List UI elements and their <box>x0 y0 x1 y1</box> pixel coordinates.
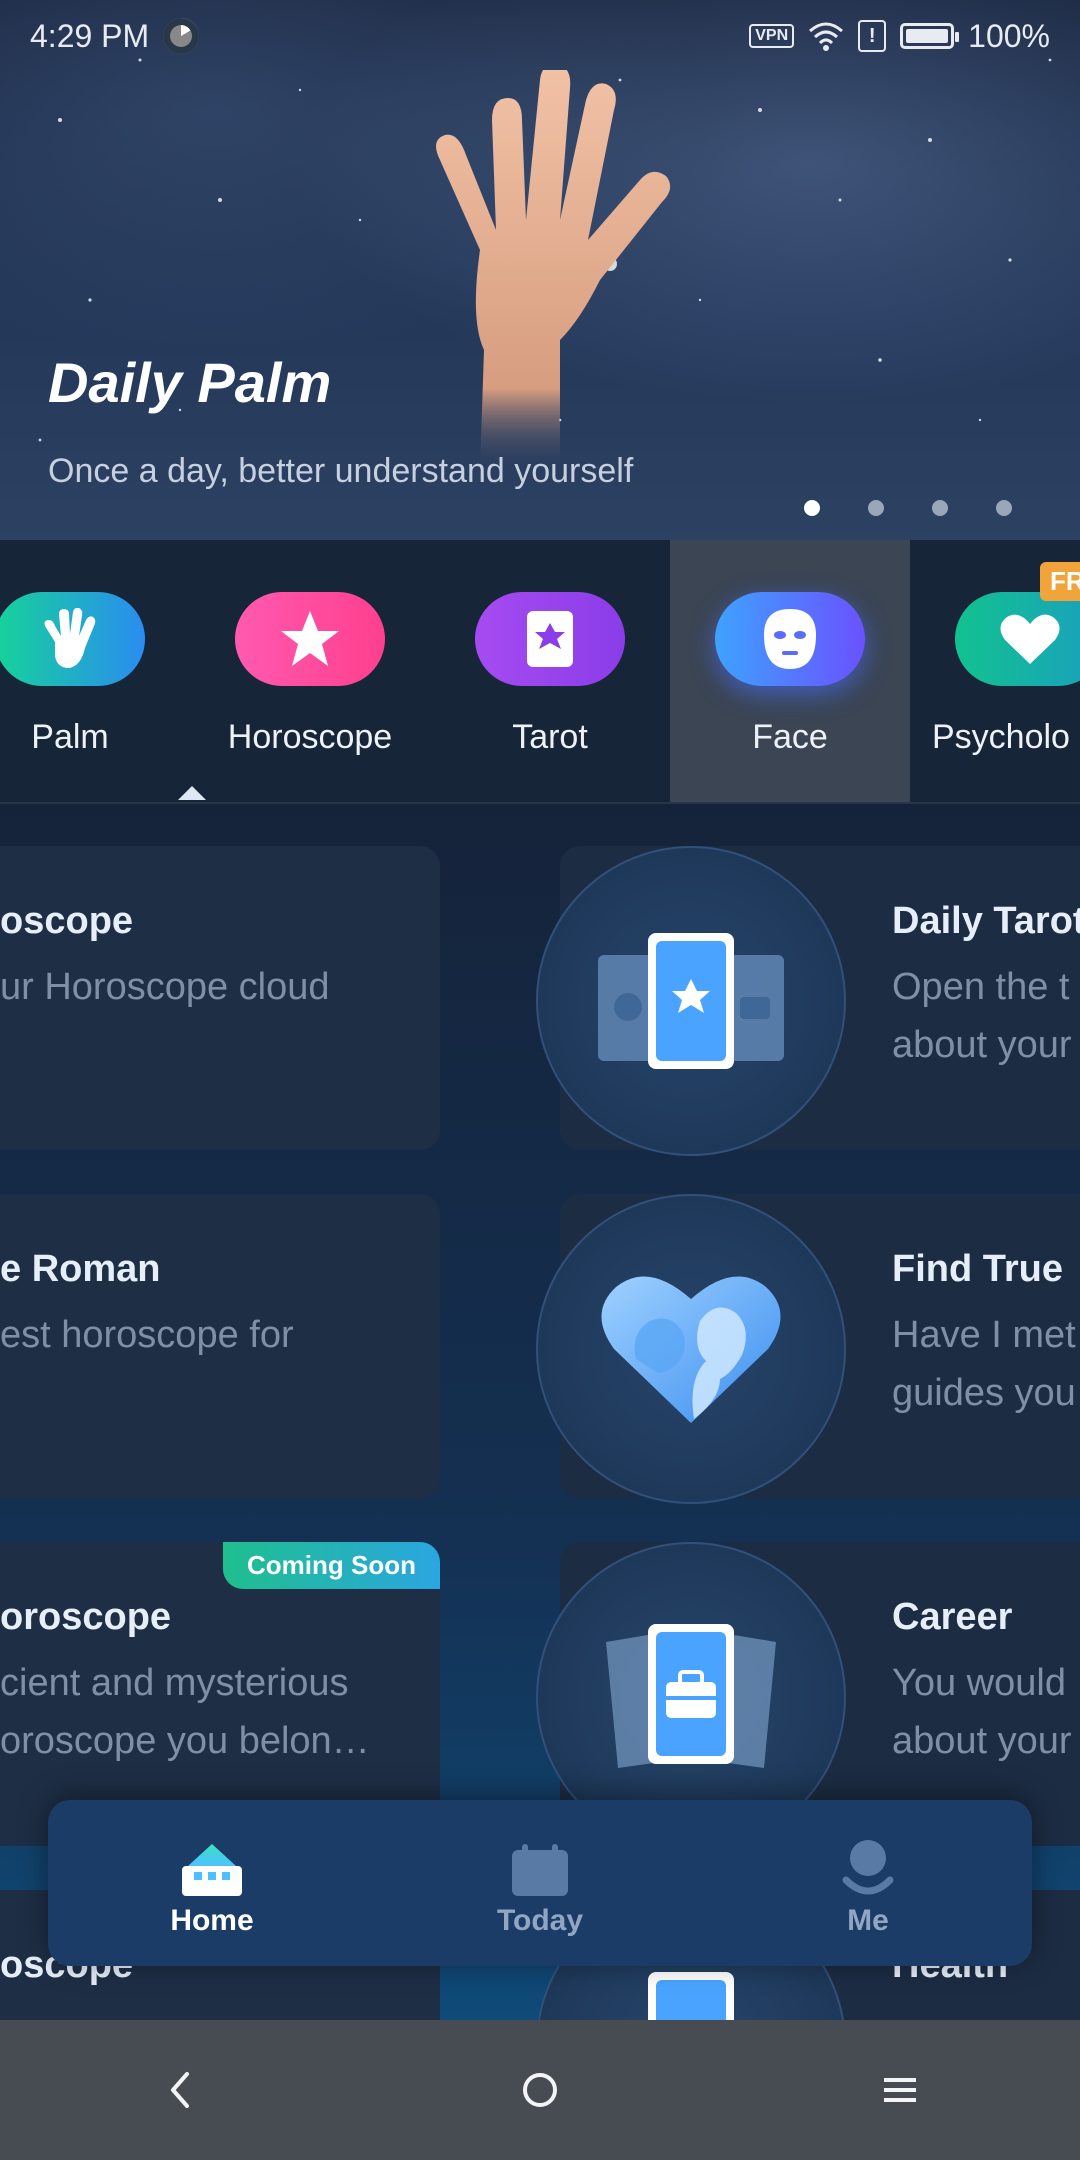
card-title: oroscope <box>0 1596 172 1638</box>
category-tarot[interactable]: Tarot <box>430 540 670 802</box>
card-description: cient and mysterious <box>0 1662 349 1704</box>
heart-icon <box>955 592 1080 686</box>
card-description: est horoscope for <box>0 1314 294 1356</box>
status-bar: 4:29 PM VPN ! 100% <box>0 0 1080 72</box>
card-description: about your <box>892 1720 1072 1762</box>
nav-label: Home <box>170 1904 254 1937</box>
page-dot-2[interactable] <box>868 500 884 516</box>
category-label: Palm <box>31 718 109 756</box>
category-label: Tarot <box>512 718 588 756</box>
nav-today[interactable]: Today <box>440 1828 640 1938</box>
daily-palm-banner[interactable]: Daily Palm Once a day, better understand… <box>0 0 1080 540</box>
category-horoscope[interactable]: Horoscope <box>190 540 430 802</box>
face-mask-icon <box>715 592 865 686</box>
wifi-icon <box>809 22 844 51</box>
battery-percentage: 100% <box>968 17 1050 54</box>
home-icon <box>182 1844 242 1896</box>
card-description: ur Horoscope cloud <box>0 966 330 1008</box>
card-description: guides you <box>892 1372 1076 1414</box>
page-dot-3[interactable] <box>932 500 948 516</box>
page-dot-4[interactable] <box>996 500 1012 516</box>
nav-label: Me <box>847 1904 889 1937</box>
card-description: oroscope you belon… <box>0 1720 370 1762</box>
card-description: Have I met <box>892 1314 1076 1356</box>
card-description: You would <box>892 1662 1066 1704</box>
card-title: Find True <box>892 1248 1063 1290</box>
back-icon <box>171 2072 189 2108</box>
card-title: Daily Tarot <box>892 900 1080 942</box>
star-icon <box>235 592 385 686</box>
hand-image <box>436 70 671 470</box>
nav-label: Today <box>496 1904 584 1937</box>
heart-couple-icon <box>536 1194 846 1504</box>
tarot-card-icon <box>475 592 625 686</box>
card-title: oscope <box>0 900 134 942</box>
tarot-cards-icon <box>536 846 846 1156</box>
banner-subtitle: Once a day, better understand yourself <box>48 452 634 490</box>
category-label: Psycholo <box>932 718 1070 756</box>
free-badge: FR <box>1040 562 1080 601</box>
loading-icon <box>163 18 200 54</box>
banner-page-indicator[interactable] <box>804 500 1012 516</box>
roman-horoscope-card[interactable]: e Roman est horoscope for <box>0 1194 440 1498</box>
category-label: Horoscope <box>227 718 393 756</box>
system-navigation-bar <box>0 2020 1080 2160</box>
palm-icon <box>0 592 145 686</box>
menu-icon <box>884 2078 916 2102</box>
category-label: Face <box>752 718 828 756</box>
banner-title: Daily Palm <box>48 351 332 414</box>
coming-soon-badge: Coming Soon <box>223 1542 440 1589</box>
vpn-icon: VPN <box>749 24 795 48</box>
category-strip[interactable]: Palm Horoscope Tarot Face Psycholo FR <box>0 540 1080 802</box>
person-icon <box>842 1840 894 1895</box>
status-time: 4:29 PM <box>30 17 150 54</box>
calendar-icon <box>512 1844 568 1896</box>
horoscope-card[interactable]: oscope ur Horoscope cloud <box>0 846 440 1150</box>
selected-tab-indicator <box>178 786 206 800</box>
page-dot-1[interactable] <box>804 500 820 516</box>
bottom-navigation: Home Today Me <box>48 1800 1032 1966</box>
nav-home[interactable]: Home <box>112 1828 312 1938</box>
system-home-button[interactable] <box>480 2050 600 2130</box>
card-description: Open the t <box>892 966 1070 1008</box>
category-palm[interactable]: Palm <box>0 540 190 802</box>
battery-icon <box>900 23 960 49</box>
card-title: Career <box>892 1596 1013 1638</box>
system-back-button[interactable] <box>120 2050 240 2130</box>
nav-me[interactable]: Me <box>768 1828 968 1938</box>
card-title: e Roman <box>0 1248 161 1290</box>
home-circle-icon <box>523 2073 557 2107</box>
alert-icon: ! <box>858 20 887 52</box>
system-menu-button[interactable] <box>840 2050 960 2130</box>
card-description: about your <box>892 1024 1072 1066</box>
category-face[interactable]: Face <box>670 540 910 802</box>
